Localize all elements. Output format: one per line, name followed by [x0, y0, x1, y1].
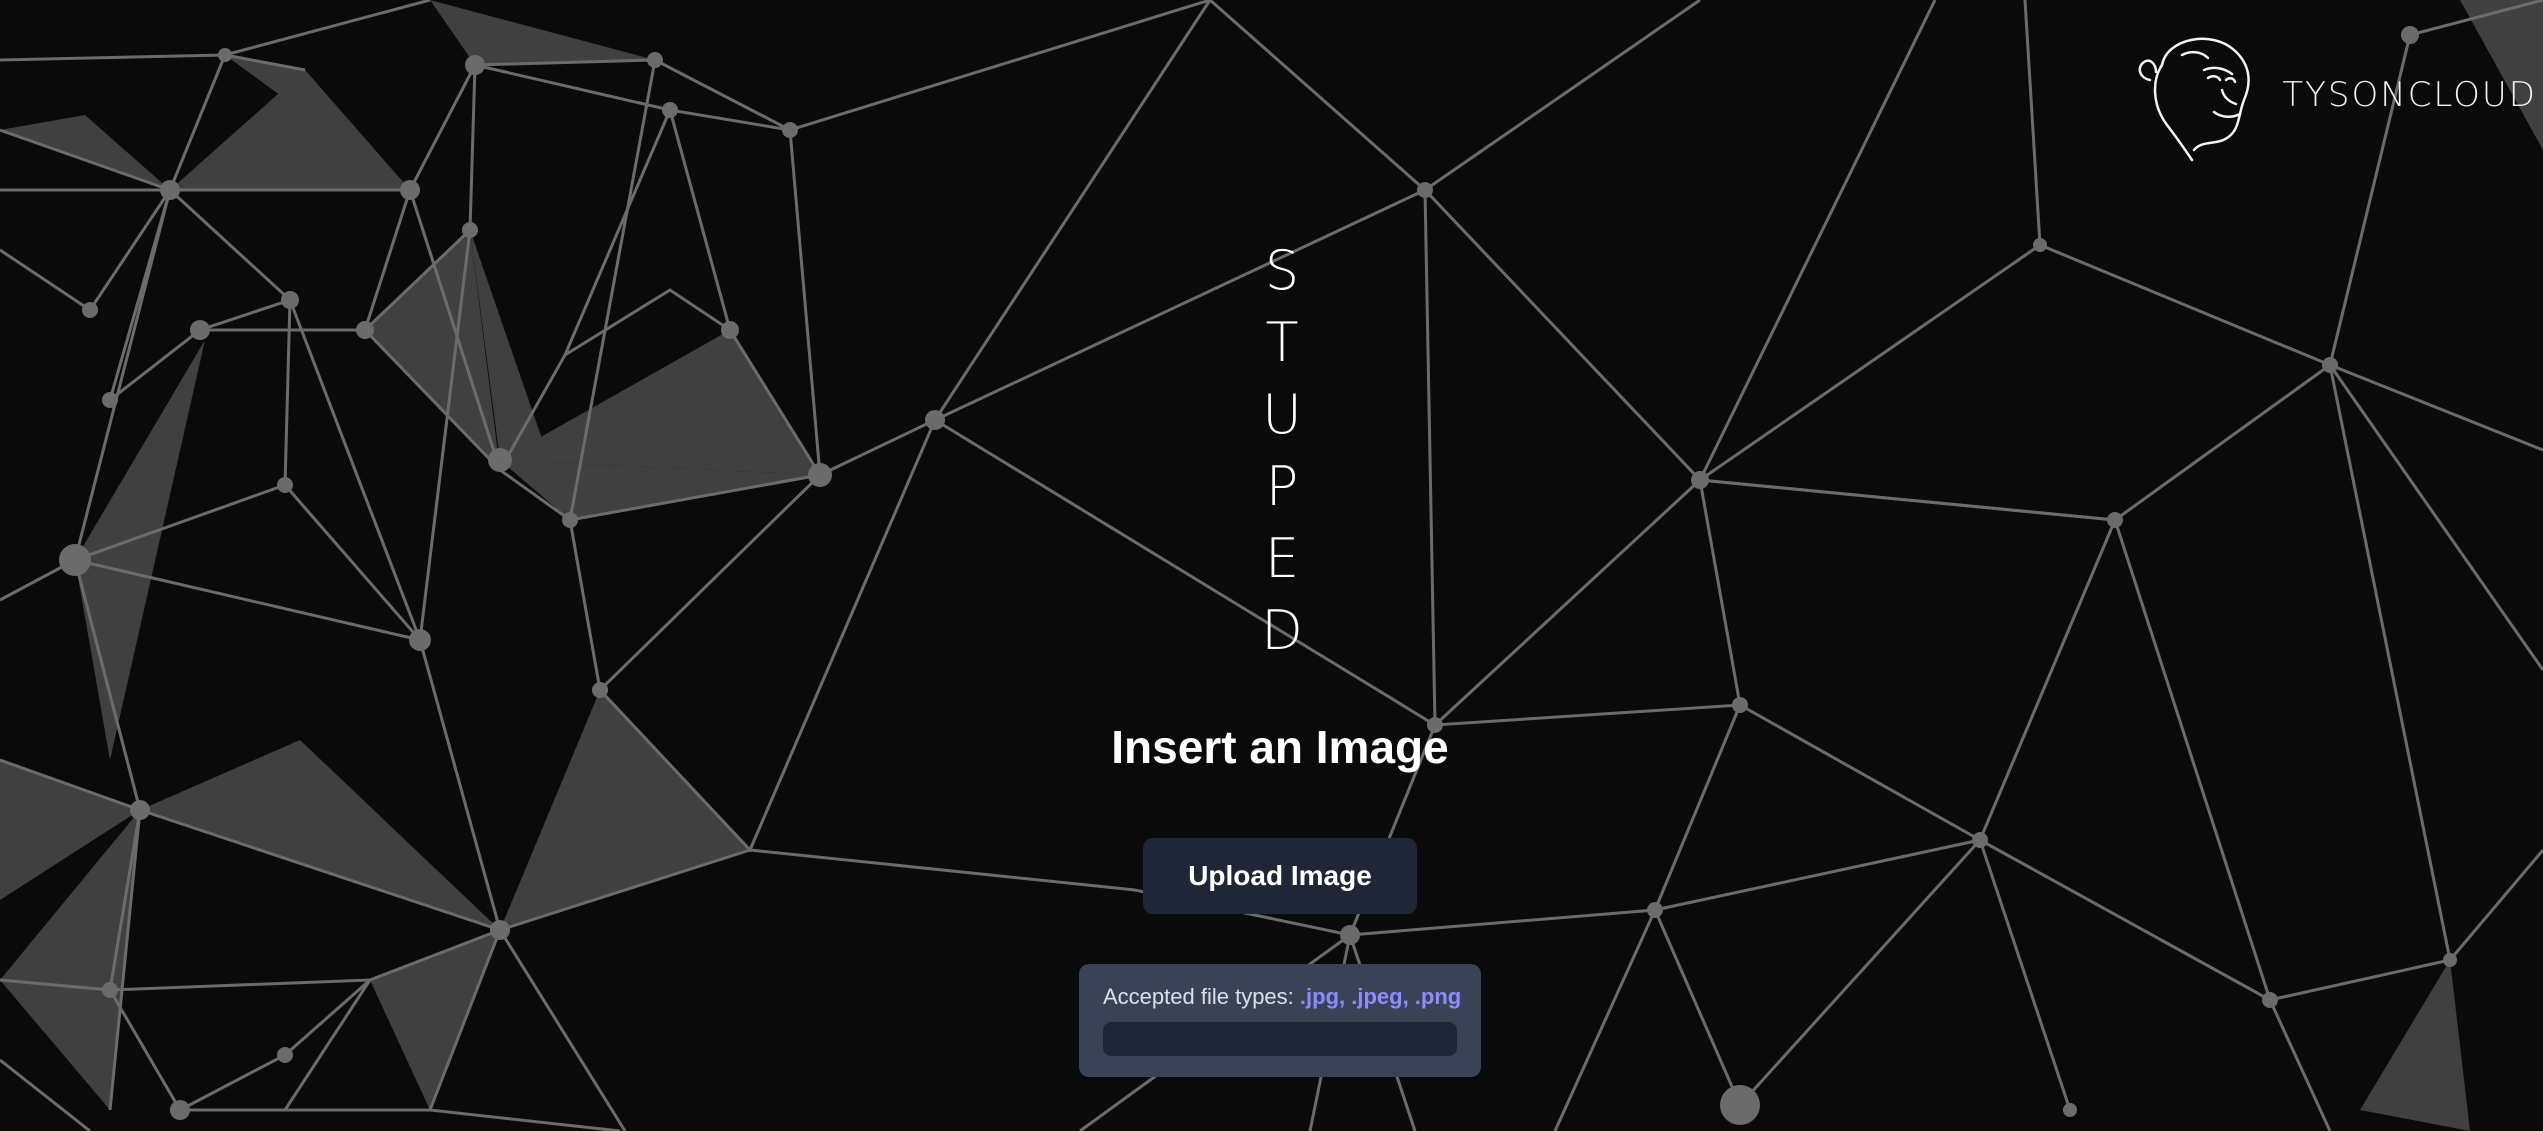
- brand-name: TYSONCLOUD: [2282, 75, 2537, 115]
- gorilla-head-icon: [2138, 37, 2251, 162]
- page-heading: Insert an Image: [1111, 721, 1449, 773]
- upload-image-button[interactable]: Upload Image: [1143, 838, 1417, 914]
- accepted-file-types-panel: Accepted file types: .jpg, .jpeg, .png: [1079, 964, 1481, 1077]
- title-letter: S: [1264, 239, 1300, 302]
- vertical-title: S T U P E D: [1261, 235, 1303, 667]
- title-letter: P: [1265, 455, 1299, 518]
- title-letter: T: [1265, 311, 1299, 374]
- accepted-label: Accepted file types:: [1103, 984, 1294, 1009]
- title-letter: D: [1261, 599, 1303, 662]
- tysoncloud-logo[interactable]: TYSONCLOUD: [2122, 20, 2537, 170]
- title-letter: U: [1262, 383, 1302, 446]
- accepted-file-types-row: Accepted file types: .jpg, .jpeg, .png: [1103, 984, 1461, 1010]
- file-name-field[interactable]: [1103, 1022, 1457, 1056]
- accepted-extensions: .jpg, .jpeg, .png: [1299, 984, 1462, 1009]
- title-letter: E: [1264, 527, 1300, 590]
